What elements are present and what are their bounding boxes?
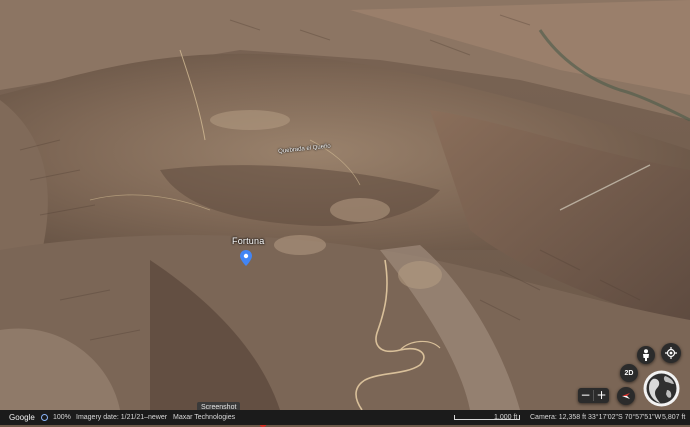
location-pin-icon[interactable] bbox=[240, 250, 252, 266]
person-icon bbox=[643, 349, 649, 361]
place-label[interactable]: Fortuna bbox=[232, 236, 264, 246]
camera-altitude: Camera: 12,358 ft bbox=[530, 414, 587, 421]
google-logo: Google bbox=[9, 413, 35, 422]
imagery-date[interactable]: Imagery date: 1/21/21–newer bbox=[76, 410, 167, 425]
imagery-credit: Maxar Technologies bbox=[173, 414, 236, 421]
zoom-in-button[interactable]: + bbox=[594, 388, 609, 403]
my-location-button[interactable] bbox=[661, 343, 681, 363]
north-arrow-icon bbox=[622, 393, 630, 399]
my-location-icon bbox=[665, 347, 677, 359]
street-view-button[interactable] bbox=[637, 346, 655, 364]
toggle-2d-button[interactable]: 2D bbox=[620, 364, 638, 382]
satellite-terrain-view[interactable] bbox=[0, 0, 690, 425]
scale-label: 1,000 ft bbox=[494, 414, 518, 421]
status-bar: Google 100% Imagery date: 1/21/21–newer … bbox=[0, 410, 690, 425]
ground-elevation: 5,807 ft bbox=[662, 414, 686, 421]
globe-icon[interactable] bbox=[643, 370, 680, 407]
loading-ring-icon bbox=[41, 414, 48, 421]
cursor-coordinates: 33°17'02"S 70°57'51"W bbox=[588, 414, 662, 421]
compass-button[interactable] bbox=[617, 387, 635, 405]
zoom-out-button[interactable]: − bbox=[578, 388, 593, 403]
zoom-control: − + bbox=[578, 388, 609, 403]
zoom-percent: 100% bbox=[53, 414, 71, 421]
